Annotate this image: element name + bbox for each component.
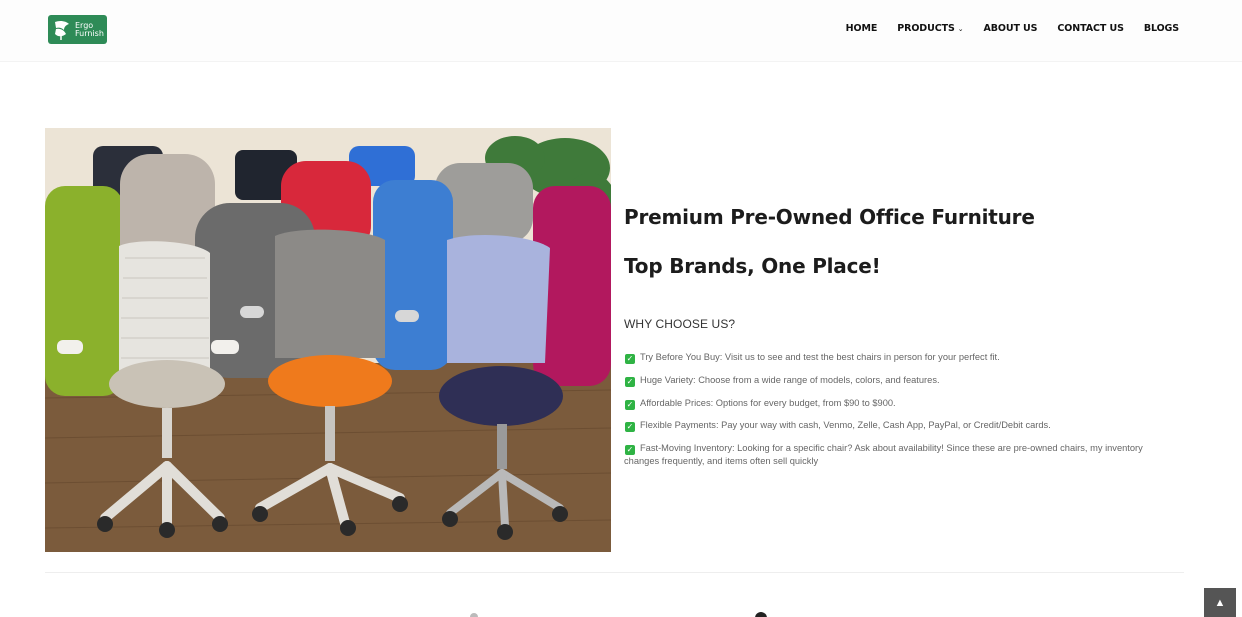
feature-text: Try Before You Buy: Visit us to see and … <box>640 352 1000 362</box>
list-item: ✓ Huge Variety: Choose from a wide range … <box>624 374 1169 387</box>
feature-text: Huge Variety: Choose from a wide range o… <box>640 374 940 385</box>
hero-chairs-image <box>45 128 611 552</box>
nav-contact-label: CONTACT US <box>1057 23 1124 34</box>
list-item: ✓ Try Before You Buy: Visit us to see and… <box>624 351 1169 364</box>
nav-home-label: HOME <box>845 23 878 34</box>
partial-icon <box>470 613 478 617</box>
nav-about-label: ABOUT US <box>983 23 1038 34</box>
headline-primary: Premium Pre-Owned Office Furniture <box>624 205 1035 229</box>
chevron-down-icon: ⌄ <box>957 24 964 33</box>
main-nav: HOME PRODUCTS ⌄ ABOUT US CONTACT US BLOG… <box>826 23 1179 34</box>
check-square-icon: ✓ <box>625 399 635 410</box>
scroll-to-top-button[interactable]: ▲ <box>1204 588 1236 617</box>
list-item: ✓ Flexible Payments: Pay your way with ca… <box>624 419 1169 433</box>
why-choose-us-title: WHY CHOOSE US? <box>624 317 736 331</box>
check-square-icon: ✓ <box>625 354 635 364</box>
nav-products[interactable]: PRODUCTS ⌄ <box>897 23 963 34</box>
nav-products-label: PRODUCTS <box>897 23 955 34</box>
office-chairs-illustration <box>45 128 611 552</box>
feature-text: Flexible Payments: Pay your way with cas… <box>640 420 1051 431</box>
check-square-icon: ✓ <box>625 445 635 456</box>
nav-blogs[interactable]: BLOGS <box>1144 23 1179 34</box>
feature-list: ✓ Try Before You Buy: Visit us to see and… <box>624 351 1169 478</box>
list-item: ✓ Affordable Prices: Options for every bu… <box>624 397 1169 410</box>
feature-text: Affordable Prices: Options for every bud… <box>640 397 896 408</box>
chair-leaf-logo-icon <box>55 20 69 40</box>
headline-secondary: Top Brands, One Place! <box>624 254 881 278</box>
feature-text: Fast-Moving Inventory: Looking for a spe… <box>624 443 1143 467</box>
partial-icon <box>755 612 767 617</box>
logo-text: Ergo Furnish <box>75 21 105 38</box>
logo-line-2: Furnish <box>75 28 104 38</box>
nav-home[interactable]: HOME <box>846 23 878 34</box>
nav-about-us[interactable]: ABOUT US <box>983 23 1037 34</box>
nav-blogs-label: BLOGS <box>1143 23 1179 34</box>
nav-contact-us[interactable]: CONTACT US <box>1057 23 1124 34</box>
section-divider <box>45 572 1184 573</box>
site-logo[interactable]: Ergo Furnish <box>48 15 107 44</box>
check-square-icon: ✓ <box>625 422 635 433</box>
chevron-up-icon: ▲ <box>1214 596 1226 609</box>
check-square-icon: ✓ <box>625 376 635 387</box>
list-item: ✓ Fast-Moving Inventory: Looking for a sp… <box>624 442 1169 468</box>
site-header: Ergo Furnish HOME PRODUCTS ⌄ ABOUT US CO… <box>0 0 1242 62</box>
